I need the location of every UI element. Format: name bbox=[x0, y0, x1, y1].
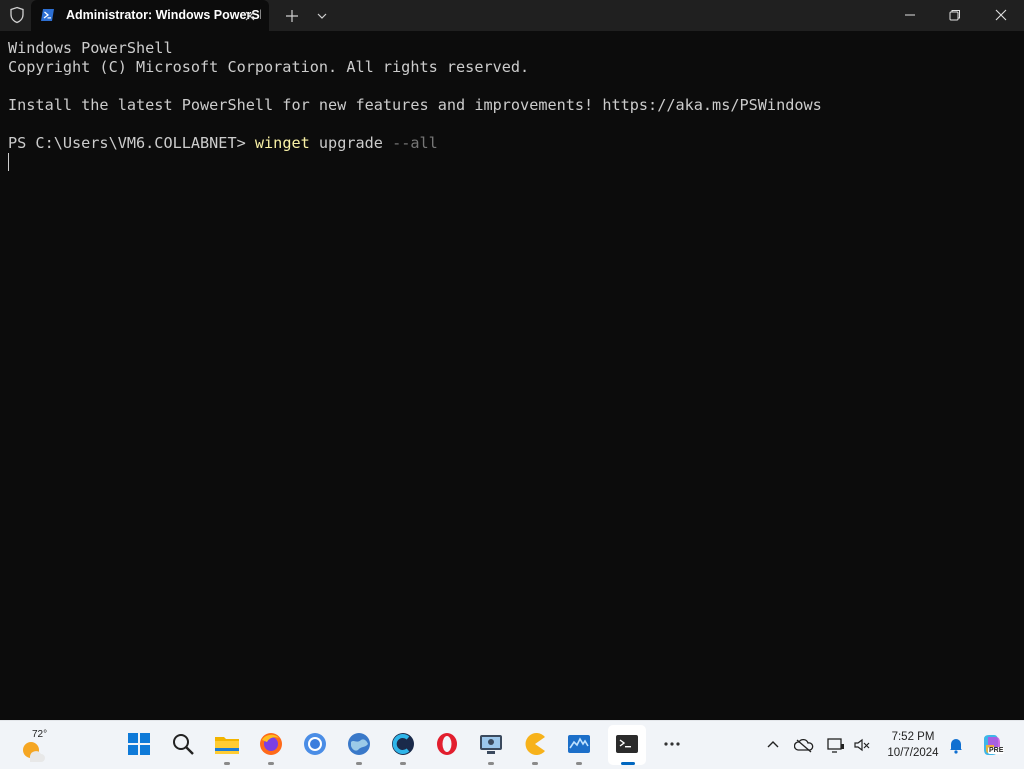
chrome-icon[interactable] bbox=[301, 730, 329, 758]
close-icon[interactable] bbox=[242, 8, 258, 24]
title-bar: Administrator: Windows PowerShell bbox=[0, 0, 1024, 31]
running-indicator bbox=[488, 762, 494, 765]
file-explorer-icon[interactable] bbox=[213, 730, 241, 758]
opera-icon[interactable] bbox=[433, 730, 461, 758]
shield-icon bbox=[10, 6, 24, 24]
argument-text: upgrade bbox=[309, 134, 393, 152]
more-icon[interactable] bbox=[658, 730, 686, 758]
copyright-line: Copyright (C) Microsoft Corporation. All… bbox=[8, 58, 530, 76]
taskbar: 72° 7:52 PM 10/7/2024 PRE bbox=[0, 720, 1024, 769]
weather-temp: 72° bbox=[32, 729, 48, 740]
active-indicator bbox=[621, 762, 635, 765]
resource-monitor-icon[interactable] bbox=[565, 730, 593, 758]
globe-browser-icon[interactable] bbox=[345, 730, 373, 758]
plus-icon[interactable] bbox=[282, 6, 302, 26]
text-cursor bbox=[8, 153, 9, 171]
chevron-down-icon[interactable] bbox=[312, 6, 332, 26]
close-window-button[interactable] bbox=[978, 0, 1024, 31]
tab-powershell[interactable]: Administrator: Windows PowerShell bbox=[31, 0, 269, 31]
firefox-icon[interactable] bbox=[257, 730, 285, 758]
pacman-icon[interactable] bbox=[521, 730, 549, 758]
command-text: winget bbox=[254, 134, 310, 152]
minimize-icon bbox=[905, 14, 915, 16]
notification-bell-icon[interactable] bbox=[946, 735, 966, 755]
prompt-text: PS C:\Users\VM6.COLLABNET> bbox=[8, 134, 255, 152]
tab-title: Administrator: Windows PowerShell bbox=[66, 8, 261, 22]
running-indicator bbox=[268, 762, 274, 765]
onedrive-icon[interactable] bbox=[794, 735, 814, 755]
maximize-button[interactable] bbox=[932, 0, 978, 31]
network-speaker-icon[interactable] bbox=[852, 735, 872, 755]
clock-date: 10/7/2024 bbox=[887, 747, 939, 759]
terminal-header-line: Windows PowerShell bbox=[8, 39, 173, 57]
running-indicator bbox=[576, 762, 582, 765]
chevron-up-icon[interactable] bbox=[763, 735, 783, 755]
flag-text: --all bbox=[392, 134, 438, 152]
copilot-badge: PRE bbox=[988, 747, 1005, 754]
weather-widget[interactable]: 72° bbox=[20, 727, 54, 763]
clock-time: 7:52 PM bbox=[891, 731, 935, 743]
close-icon bbox=[995, 9, 1007, 21]
running-indicator bbox=[356, 762, 362, 765]
minimize-button[interactable] bbox=[887, 0, 933, 31]
display-icon[interactable] bbox=[826, 735, 846, 755]
restore-icon bbox=[949, 10, 960, 21]
terminal-area[interactable]: Windows PowerShell Copyright (C) Microso… bbox=[0, 31, 1024, 720]
clock[interactable]: 7:52 PM 10/7/2024 bbox=[878, 729, 948, 761]
install-hint-line: Install the latest PowerShell for new fe… bbox=[8, 96, 822, 114]
terminal-icon[interactable] bbox=[613, 730, 641, 758]
running-indicator bbox=[224, 762, 230, 765]
running-indicator bbox=[532, 762, 538, 765]
screen-capture-icon[interactable] bbox=[477, 730, 505, 758]
powershell-icon bbox=[41, 9, 54, 21]
start-icon[interactable] bbox=[125, 730, 153, 758]
ccleaner-icon[interactable] bbox=[389, 730, 417, 758]
prompt-line: PS C:\Users\VM6.COLLABNET> winget upgrad… bbox=[8, 134, 438, 153]
search-icon[interactable] bbox=[169, 730, 197, 758]
copilot-button[interactable]: PRE bbox=[980, 733, 1006, 759]
running-indicator bbox=[400, 762, 406, 765]
